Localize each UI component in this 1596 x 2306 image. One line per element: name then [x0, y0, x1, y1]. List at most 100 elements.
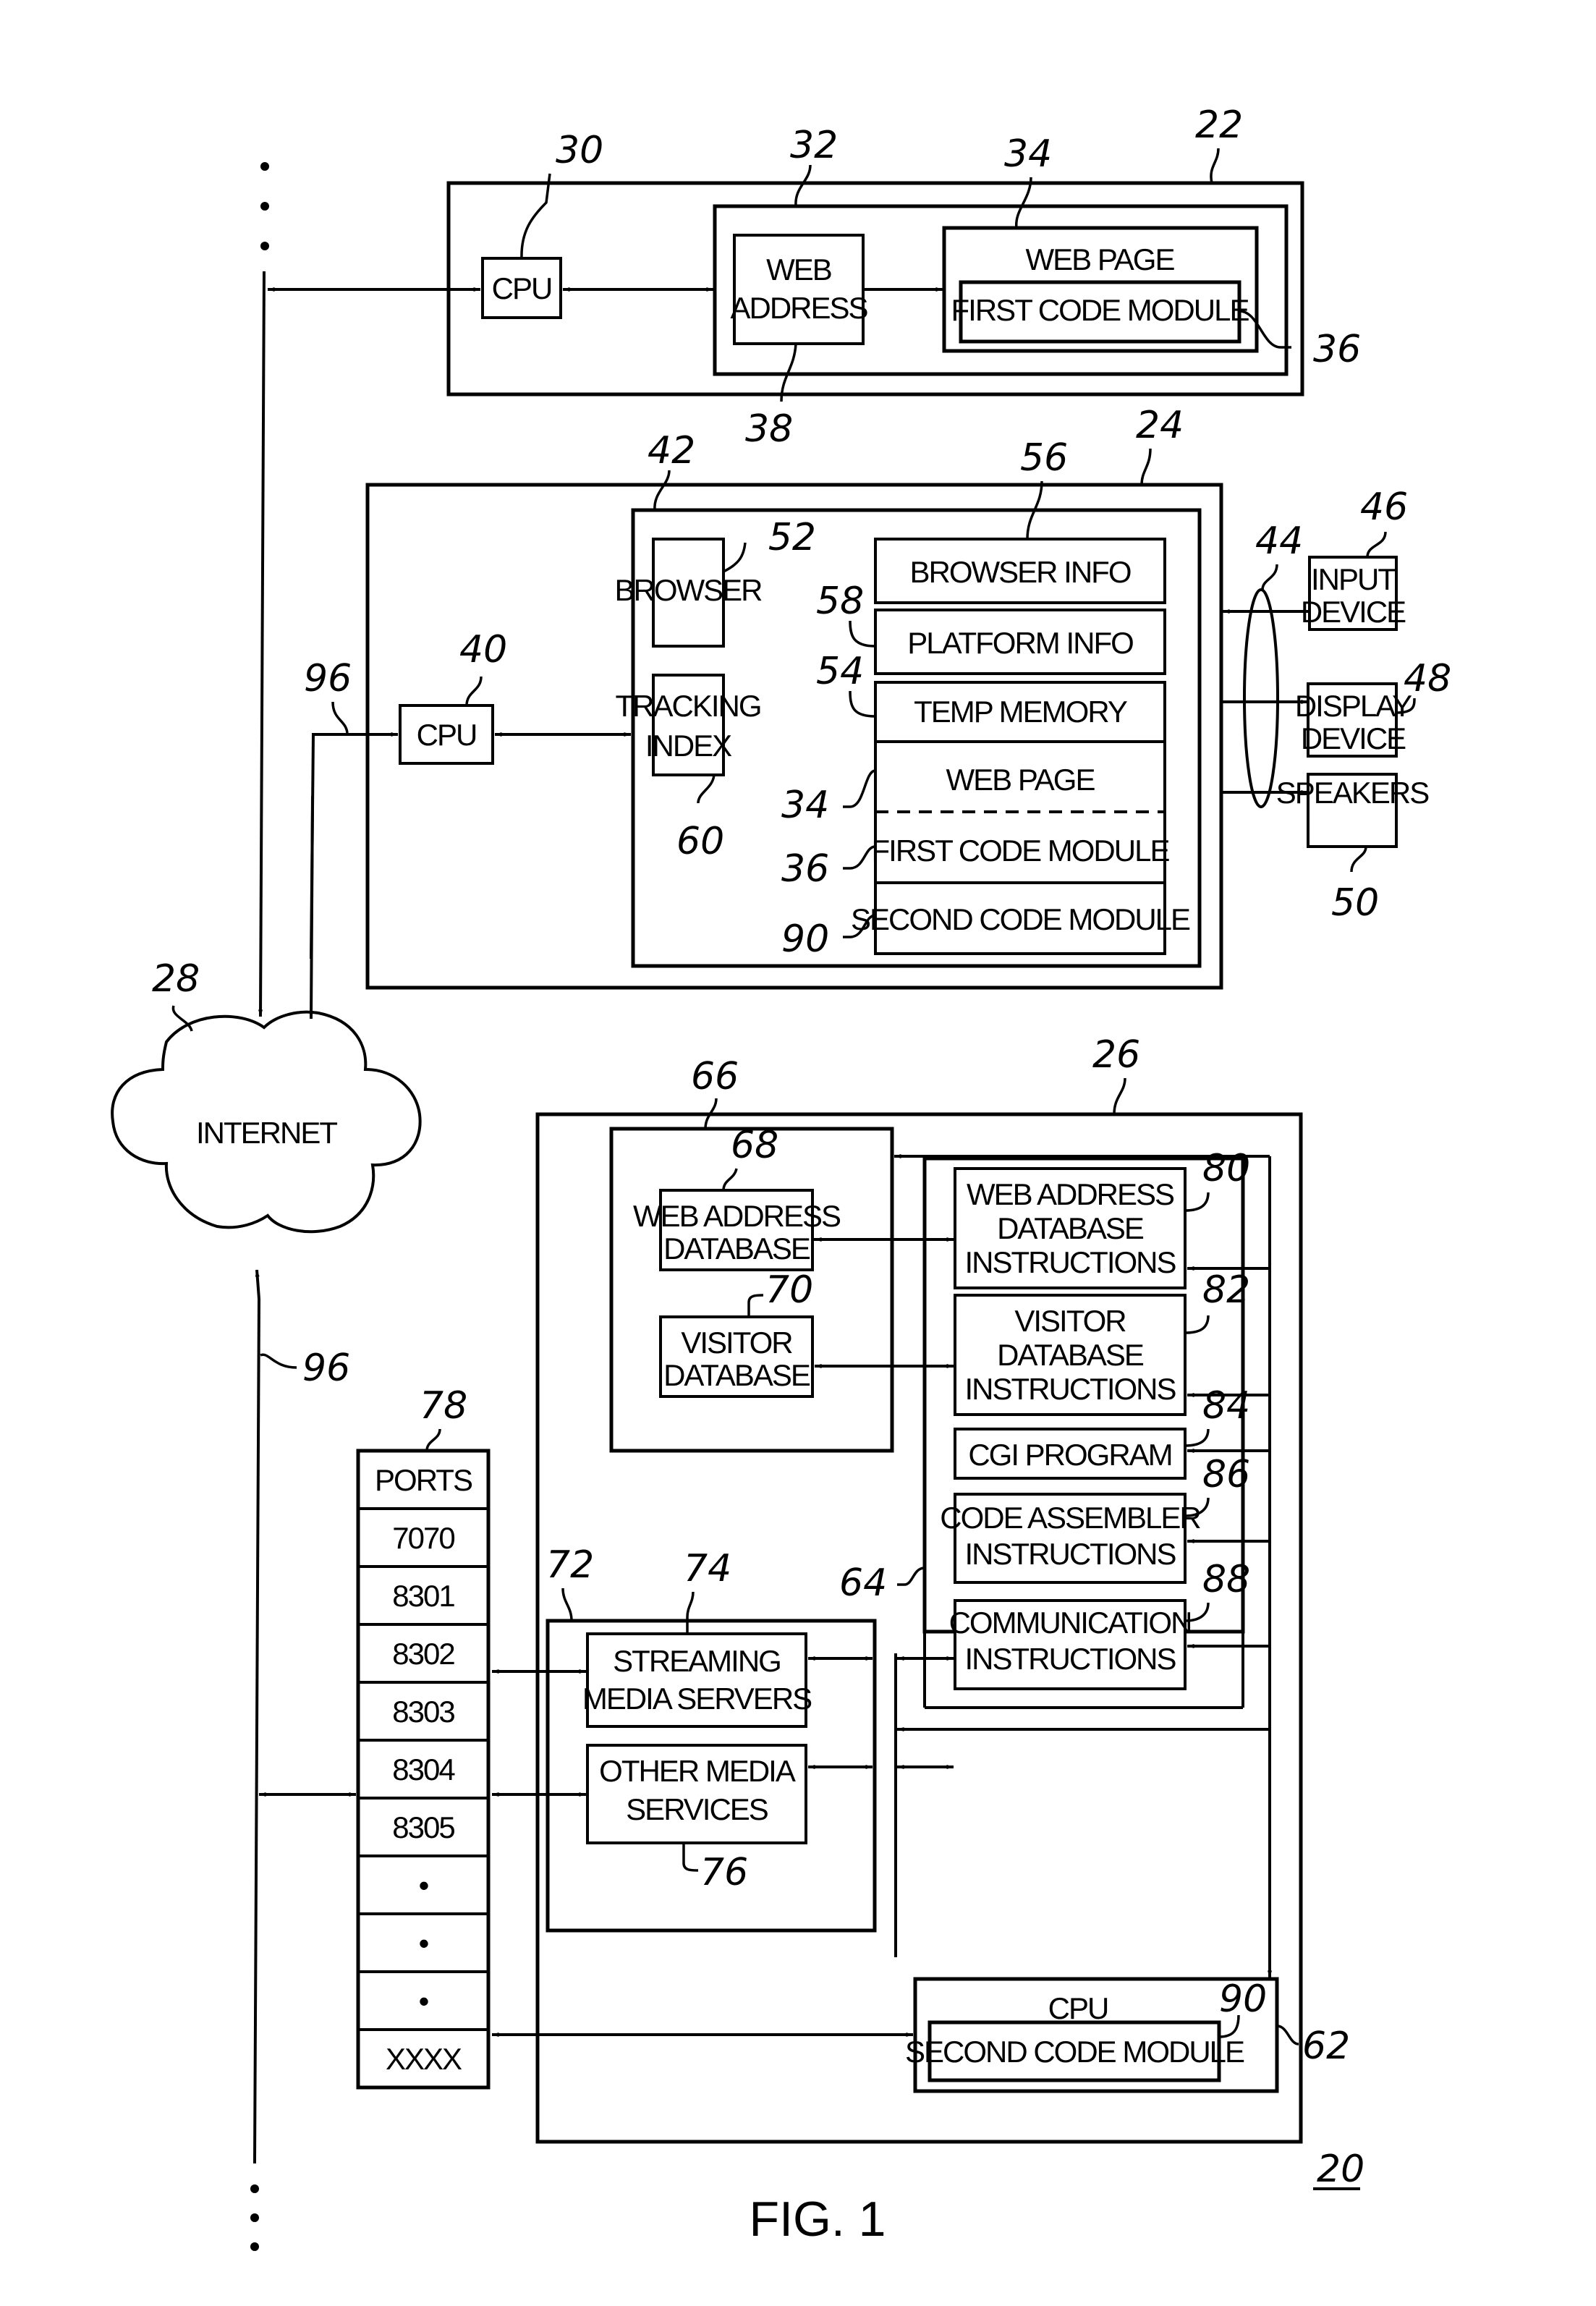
internet-label: INTERNET — [196, 1116, 337, 1150]
ref-90: 90 — [781, 917, 829, 961]
link-client-internet — [309, 795, 314, 1020]
ref-leader — [1113, 1077, 1126, 1115]
continuation-dot — [260, 162, 269, 171]
port-row[interactable]: 7070 — [392, 1521, 456, 1555]
cpu-label: CPU — [492, 271, 552, 305]
ref-42: 42 — [648, 429, 695, 472]
communication-label-line2: INSTRUCTIONS — [965, 1642, 1176, 1676]
ref-56: 56 — [1020, 436, 1068, 480]
browser-label: BROWSER — [614, 573, 762, 607]
ref-52: 52 — [768, 516, 816, 559]
port-row[interactable]: 8303 — [392, 1695, 456, 1729]
ref-76: 76 — [700, 1851, 748, 1894]
ref-66: 66 — [691, 1055, 739, 1098]
continuation-dot — [250, 2184, 259, 2193]
visitor-database-label-line1: VISITOR — [681, 1326, 792, 1360]
continuation-dot — [250, 2213, 259, 2222]
ref-78: 78 — [420, 1384, 467, 1428]
ref-leader — [1350, 846, 1367, 873]
ref-96-lower: 96 — [302, 1347, 350, 1390]
ref-28: 28 — [152, 957, 200, 1001]
port-row[interactable]: 8301 — [392, 1579, 456, 1613]
input-device-label-line1: INPUT — [1311, 562, 1396, 596]
io-bus-ellipse — [1243, 588, 1279, 808]
code-assembler-label-line1: CODE ASSEMBLER — [940, 1501, 1200, 1535]
port-row[interactable]: XXXX — [386, 2042, 464, 2076]
ref-48: 48 — [1404, 657, 1451, 700]
continuation-dot — [260, 202, 269, 211]
ref-72: 72 — [546, 1543, 594, 1587]
cpu-label: CPU — [417, 718, 477, 752]
ref-leader — [1366, 531, 1387, 558]
ref-leader — [1261, 564, 1278, 590]
streaming-label-line1: STREAMING — [613, 1644, 781, 1678]
streaming-label-line2: MEDIA SERVERS — [582, 1682, 812, 1716]
vdi-label-line1: VISITOR — [1014, 1304, 1126, 1338]
ref-34: 34 — [1004, 132, 1052, 176]
ref-62: 62 — [1302, 2025, 1350, 2068]
ref-58: 58 — [816, 580, 864, 623]
web-address-label-line2: ADDRESS — [730, 291, 867, 325]
ref-36: 36 — [781, 847, 829, 891]
port-row[interactable]: • — [419, 1984, 430, 2018]
ref-36: 36 — [1313, 328, 1361, 371]
ref-90: 90 — [1219, 1978, 1267, 2021]
ref-68: 68 — [731, 1124, 778, 1167]
temp-memory-label: TEMP MEMORY — [914, 695, 1128, 729]
ref-34: 34 — [781, 784, 829, 827]
server-26: 26 66 WEB ADDRESS DATABASE 68 VISITOR DA… — [491, 1033, 1350, 2144]
ref-64: 64 — [839, 1561, 887, 1605]
ref-leader — [425, 1428, 441, 1451]
speakers-label: SPEAKERS — [1276, 776, 1429, 810]
communication-label-line1: COMMUNICATION — [949, 1606, 1192, 1640]
tracking-index-label-line2: INDEX — [645, 729, 732, 763]
wadi-label-line1: WEB ADDRESS — [967, 1177, 1174, 1211]
ref-96-upper: 96 — [304, 657, 352, 700]
visitor-database-label-line2: DATABASE — [663, 1358, 810, 1392]
continuation-dot — [260, 242, 269, 250]
ref-74: 74 — [684, 1547, 731, 1590]
port-row[interactable]: 8302 — [392, 1637, 456, 1671]
display-device-label-line1: DISPLAY — [1295, 689, 1412, 723]
other-media-label-line1: OTHER MEDIA — [599, 1754, 796, 1788]
port-row[interactable]: 8304 — [392, 1752, 457, 1786]
internet-cloud[interactable]: INTERNET 28 — [111, 957, 422, 1234]
platform-info-label: PLATFORM INFO — [907, 626, 1133, 660]
port-row[interactable]: • — [419, 1868, 430, 1902]
ref-26: 26 — [1092, 1033, 1140, 1077]
ref-38: 38 — [745, 407, 793, 451]
cpu-label: CPU — [1048, 1991, 1108, 2025]
ref-22: 22 — [1195, 103, 1243, 147]
second-code-module-label: SECOND CODE MODULE — [851, 902, 1190, 936]
ref-leader — [1210, 148, 1220, 184]
other-media-label-line2: SERVICES — [626, 1792, 768, 1826]
ref-40: 40 — [459, 628, 507, 671]
port-row[interactable]: 8305 — [392, 1810, 456, 1844]
vdi-label-line3: INSTRUCTIONS — [965, 1372, 1176, 1406]
backbone-line-bottom — [253, 1298, 260, 2164]
ref-50: 50 — [1331, 881, 1379, 925]
vdi-label-line2: DATABASE — [997, 1338, 1144, 1372]
client-24: 24 96 CPU 40 42 BROWSER 52 TRACKING INDE… — [304, 404, 1451, 1020]
web-address-database-label-line2: DATABASE — [663, 1232, 810, 1266]
patent-figure: 96 INTERNET 28 22 CPU 30 32 WEB ADDRESS … — [111, 103, 1451, 2251]
continuation-dot — [250, 2242, 259, 2251]
browser-info-label: BROWSER INFO — [909, 555, 1130, 589]
ref-44: 44 — [1255, 520, 1303, 563]
port-row[interactable]: • — [419, 1926, 430, 1960]
ref-70: 70 — [765, 1268, 813, 1312]
backbone-arrow-into-internet — [255, 1269, 260, 1300]
ref-30: 30 — [556, 129, 603, 172]
ref-leader — [260, 1353, 297, 1369]
input-device-label-line2: DEVICE — [1301, 595, 1406, 629]
web-address-label-line1: WEB — [766, 253, 831, 287]
wadi-label-line2: DATABASE — [997, 1211, 1144, 1245]
ref-24: 24 — [1136, 404, 1184, 447]
first-code-module-label: FIRST CODE MODULE — [872, 834, 1170, 868]
ports-table: PORTS 7070 8301 8302 8303 8304 8305 • • • XXXX 78 — [258, 1384, 491, 2090]
ref-leader — [331, 701, 349, 734]
web-address-box[interactable] — [733, 234, 865, 345]
ref-46: 46 — [1360, 486, 1408, 529]
second-code-module-label: SECOND CODE MODULE — [905, 2035, 1244, 2069]
code-assembler-label-line2: INSTRUCTIONS — [965, 1537, 1176, 1571]
